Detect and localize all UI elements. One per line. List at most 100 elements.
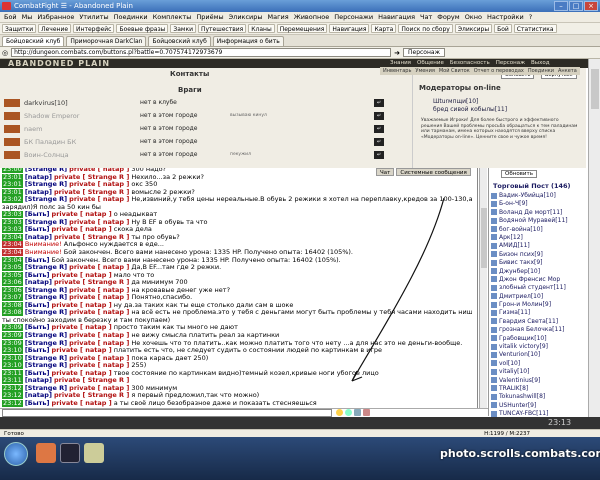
- menu-item[interactable]: Поединки: [114, 12, 148, 23]
- chat-private-target[interactable]: private [ natap ]: [69, 362, 129, 369]
- action-arrow-icon[interactable]: ↵: [374, 111, 384, 120]
- chat-private-target[interactable]: private [ Strange R ]: [54, 189, 129, 196]
- send-icon[interactable]: [354, 409, 361, 416]
- chat-nick[interactable]: [Strange R]: [25, 196, 67, 203]
- chat-private-target[interactable]: private [ natap ]: [52, 302, 112, 309]
- trade-player[interactable]: vitalik victory[9]: [491, 343, 587, 351]
- trade-player[interactable]: Tokunashwill[8]: [491, 393, 587, 401]
- trade-player[interactable]: Valentinius[9]: [491, 377, 587, 385]
- trade-player[interactable]: Водяной Муравей[11]: [491, 217, 587, 225]
- chat-nick[interactable]: [Strange R]: [25, 181, 67, 188]
- chat-nick[interactable]: [Strange R]: [25, 287, 67, 294]
- chat-private-target[interactable]: private [ Strange R ]: [54, 234, 129, 241]
- chat-private-target[interactable]: private [ natap ]: [52, 226, 112, 233]
- chat-nick[interactable]: [natap]: [25, 234, 52, 241]
- trade-player[interactable]: Грон-и Молин[9]: [491, 301, 587, 309]
- chat-private-target[interactable]: private [ natap ]: [69, 196, 129, 203]
- chat-private-target[interactable]: private [ natap ]: [69, 219, 129, 226]
- contact-name[interactable]: БК Паладин БК: [20, 138, 140, 146]
- toolbar-button[interactable]: Лечение: [38, 24, 72, 33]
- action-arrow-icon[interactable]: ↵: [374, 150, 384, 159]
- menu-item[interactable]: Персонажи: [334, 12, 373, 23]
- chat-private-target[interactable]: private [ Strange R ]: [54, 392, 129, 399]
- trade-player[interactable]: грозная Белочка[11]: [491, 326, 587, 334]
- toolbar-button[interactable]: Боевые фразы: [116, 24, 169, 33]
- menu-item[interactable]: Комплекты: [153, 12, 192, 23]
- chat-private-target[interactable]: private [ Strange R ]: [54, 174, 129, 181]
- chat-private-target[interactable]: private [ natap ]: [52, 324, 112, 331]
- chat-private-target[interactable]: private [ natap ]: [52, 400, 112, 407]
- chat-nick[interactable]: [Strange R]: [25, 219, 67, 226]
- menu-item[interactable]: Приёмы: [196, 12, 223, 23]
- chat-nick[interactable]: [Быть]: [25, 272, 50, 279]
- chat-nick[interactable]: [Быть]: [25, 302, 50, 309]
- trade-player[interactable]: Джунбер[10]: [491, 268, 587, 276]
- chat-private-target[interactable]: private [ natap ]: [69, 340, 129, 347]
- chat-private-target[interactable]: private [ natap ]: [69, 355, 129, 362]
- browser-tab[interactable]: Бойцовский клуб: [2, 35, 65, 46]
- menu-item[interactable]: Магия: [268, 12, 289, 23]
- page-scrollbar[interactable]: [588, 59, 600, 417]
- chat-nick[interactable]: [natap]: [25, 392, 52, 399]
- chat-nick[interactable]: [Strange R]: [25, 355, 67, 362]
- game-subnav-link[interactable]: Инвентарь: [383, 67, 411, 75]
- chat-private-target[interactable]: private [ natap ]: [69, 264, 129, 271]
- game-subnav-link[interactable]: Поединки: [528, 67, 554, 75]
- action-arrow-icon[interactable]: ↵: [374, 124, 384, 133]
- page-scroll-thumb[interactable]: [591, 69, 599, 109]
- trade-player[interactable]: Грабовщик[10]: [491, 335, 587, 343]
- trade-player[interactable]: Джон Френсис Мор: [491, 276, 587, 284]
- browser-tab[interactable]: Приморочная DarkClan: [66, 35, 147, 46]
- game-subnav-link[interactable]: Анкета: [558, 67, 577, 75]
- smiley-icon[interactable]: [336, 409, 343, 416]
- trade-player[interactable]: vol[10]: [491, 360, 587, 368]
- chat-private-target[interactable]: private [ natap ]: [52, 272, 112, 279]
- chat-nick[interactable]: [Быть]: [25, 347, 50, 354]
- trade-player[interactable]: АМИД[11]: [491, 242, 587, 250]
- trade-player[interactable]: USHunter[9]: [491, 402, 587, 410]
- chat-nick[interactable]: Внимание!: [25, 249, 62, 256]
- menu-item[interactable]: Эликсиры: [229, 12, 263, 23]
- trade-player[interactable]: Venturion[10]: [491, 351, 587, 359]
- chat-private-target[interactable]: private [ natap ]: [69, 287, 129, 294]
- chat-nick[interactable]: [natap]: [25, 377, 52, 384]
- moderator-name[interactable]: Шturмпщи[10]: [433, 98, 507, 106]
- toolbar-button[interactable]: Перемещения: [276, 24, 328, 33]
- trade-player[interactable]: Арк[12]: [491, 234, 587, 242]
- toolbar-button[interactable]: Поиск по сбору: [398, 24, 453, 33]
- trade-player[interactable]: TRALIK[8]: [491, 385, 587, 393]
- trade-player[interactable]: Б-он-Ч[9]: [491, 200, 587, 208]
- chat-private-target[interactable]: private [ natap ]: [52, 347, 112, 354]
- url-input[interactable]: http://dungeon.combats.com/buttons.pl?ba…: [11, 48, 392, 57]
- chat-nick[interactable]: [Strange R]: [25, 332, 67, 339]
- game-subnav-link[interactable]: Умения: [415, 67, 434, 75]
- chat-nick[interactable]: [natap]: [25, 174, 52, 181]
- trade-player[interactable]: Гвардия Света[11]: [491, 318, 587, 326]
- minimize-button[interactable]: –: [554, 1, 568, 11]
- menu-item[interactable]: ?: [529, 12, 532, 23]
- chat-private-target[interactable]: private [ Strange R ]: [54, 279, 129, 286]
- contact-name[interactable]: Воин-Солнца: [20, 151, 140, 159]
- chat-nick[interactable]: [Быть]: [25, 324, 50, 331]
- action-arrow-icon[interactable]: ↵: [374, 98, 384, 107]
- menu-item[interactable]: Навигация: [378, 12, 415, 23]
- moderator-name[interactable]: бред сивой кобылы[11]: [433, 106, 507, 114]
- game-subnav-link[interactable]: Мой Свиток: [439, 67, 470, 75]
- toolbar-button[interactable]: Интерфейс: [73, 24, 115, 33]
- action-arrow-icon[interactable]: ↵: [374, 137, 384, 146]
- chat-nick[interactable]: [Strange R]: [25, 362, 67, 369]
- toolbar-button[interactable]: Путешествия: [197, 24, 247, 33]
- combatfight-icon[interactable]: [60, 443, 80, 463]
- chat-tab[interactable]: Чат: [376, 168, 395, 176]
- chat-nick[interactable]: [Быть]: [25, 226, 50, 233]
- menu-item[interactable]: Живопное: [294, 12, 330, 23]
- start-button[interactable]: [4, 442, 28, 466]
- browser-tab[interactable]: Бойцовский клуб: [148, 35, 211, 46]
- chat-private-target[interactable]: private [ natap ]: [69, 168, 129, 173]
- chat-nick[interactable]: Внимание!: [25, 241, 62, 248]
- trade-player[interactable]: Гизма[11]: [491, 309, 587, 317]
- menu-item[interactable]: Окно: [465, 12, 482, 23]
- trade-player[interactable]: Бизон псих[9]: [491, 251, 587, 259]
- menu-item[interactable]: Бой: [4, 12, 17, 23]
- chat-nick[interactable]: [Strange R]: [25, 264, 67, 271]
